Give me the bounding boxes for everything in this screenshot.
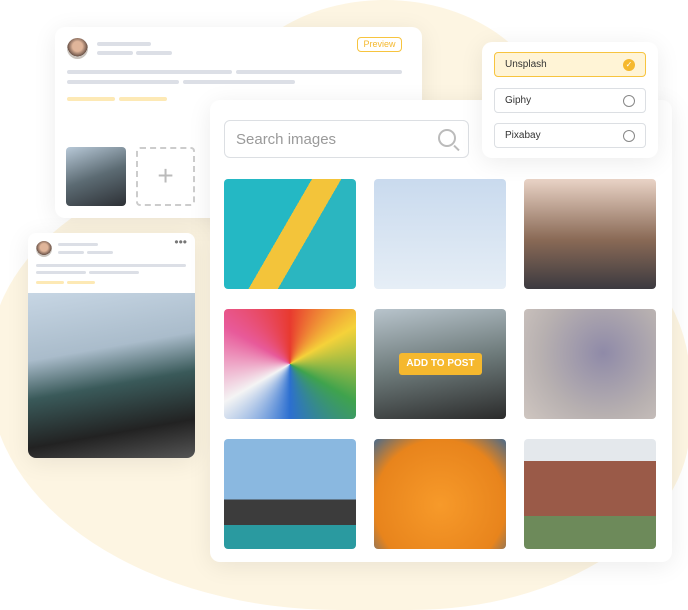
add-to-post-button[interactable]: ADD TO POST [399,353,482,375]
grid-image[interactable] [374,179,506,289]
source-option-pixabay[interactable]: Pixabay [494,123,646,148]
image-search-panel: Search images ADD TO POST [210,100,672,562]
grid-image[interactable]: ADD TO POST [374,309,506,419]
avatar [67,38,88,59]
grid-image[interactable] [524,439,656,549]
avatar [36,241,52,257]
plus-icon: + [157,160,174,191]
add-image-button[interactable]: + [136,147,195,206]
grid-image[interactable] [224,179,356,289]
source-picker: Unsplash ✓ Giphy Pixabay [482,42,658,158]
check-icon: ✓ [623,59,635,71]
source-option-unsplash[interactable]: Unsplash ✓ [494,52,646,77]
grid-image[interactable] [374,439,506,549]
source-option-giphy[interactable]: Giphy [494,88,646,113]
attached-image [66,147,126,206]
grid-image[interactable] [224,439,356,549]
radio-icon [623,95,635,107]
grid-image[interactable] [224,309,356,419]
post-card: ••• [28,233,195,458]
preview-badge[interactable]: Preview [357,37,402,52]
grid-image[interactable] [524,179,656,289]
post-image [28,293,195,458]
radio-icon [623,130,635,142]
grid-image[interactable] [524,309,656,419]
search-input[interactable]: Search images [224,120,469,158]
more-dots-icon[interactable]: ••• [174,235,187,249]
